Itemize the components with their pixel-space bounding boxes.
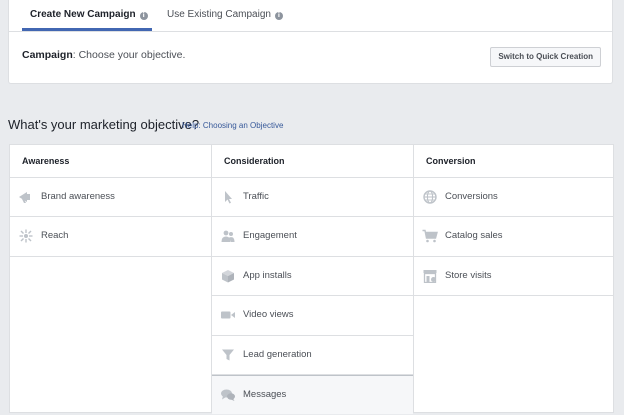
cursor-icon — [225, 191, 232, 204]
objective-label: Video views — [243, 309, 294, 321]
objective-engagement[interactable]: Engagement — [212, 217, 413, 257]
box-icon — [222, 269, 234, 283]
objective-label: Brand awareness — [41, 191, 115, 202]
objectives-grid: Awareness Brand awareness Reach Consider… — [9, 144, 614, 415]
objective-messages[interactable]: Messages — [212, 374, 413, 415]
objective-heading: What's your marketing objective? — [8, 117, 200, 132]
objective-reach[interactable]: Reach — [10, 217, 211, 257]
info-icon[interactable]: i — [139, 12, 148, 20]
tab-label: Use Existing Campaign — [167, 9, 271, 20]
globe-icon — [423, 190, 437, 204]
objective-catalog-sales[interactable]: Catalog sales — [414, 217, 613, 257]
column-header-awareness: Awareness — [10, 145, 211, 178]
awareness-column: Awareness Brand awareness Reach — [10, 145, 211, 412]
help-choosing-objective-link[interactable]: Help: Choosing an Objective — [182, 121, 283, 130]
objective-label: Messages — [243, 388, 287, 400]
active-tab-indicator — [22, 28, 152, 31]
tab-label: Create New Campaign — [30, 9, 136, 20]
objective-label: Conversions — [445, 191, 498, 202]
shopping-cart-icon — [422, 230, 438, 243]
tab-bar: Create New Campaign i Use Existing Campai… — [9, 0, 612, 32]
switch-to-quick-creation-button[interactable]: Switch to Quick Creation — [490, 47, 601, 67]
campaign-card: Create New Campaign i Use Existing Campai… — [8, 0, 613, 84]
video-camera-icon — [221, 311, 235, 319]
campaign-instruction: : Choose your objective. — [72, 49, 186, 61]
campaign-label: Campaign — [22, 49, 73, 61]
objective-label: Lead generation — [243, 348, 312, 360]
objective-video-views[interactable]: Video views — [212, 296, 413, 336]
chat-bubbles-icon — [221, 389, 235, 401]
store-icon — [423, 269, 437, 283]
tab-use-existing-campaign[interactable]: Use Existing Campaign i — [167, 0, 283, 32]
objective-label: Reach — [41, 230, 69, 242]
megaphone-icon — [19, 192, 30, 203]
objective-conversions[interactable]: Conversions — [414, 178, 613, 218]
people-icon — [221, 230, 235, 243]
objective-app-installs[interactable]: App installs — [212, 257, 413, 297]
campaign-prompt: Campaign: Choose your objective. — [22, 49, 185, 61]
conversion-column: Conversion Conversions Catalog sales Sto… — [413, 145, 613, 412]
column-header-conversion: Conversion — [414, 145, 613, 178]
objective-label: Engagement — [243, 230, 297, 242]
objective-label: App installs — [243, 269, 292, 281]
objective-store-visits[interactable]: Store visits — [414, 257, 613, 297]
objective-lead-generation[interactable]: Lead generation — [212, 336, 413, 375]
objective-label: Catalog sales — [445, 230, 503, 242]
info-icon[interactable]: i — [274, 12, 283, 20]
funnel-icon — [222, 349, 234, 361]
objective-label: Store visits — [445, 269, 492, 281]
objective-label: Traffic — [243, 191, 269, 202]
column-header-consideration: Consideration — [212, 145, 413, 178]
objective-traffic[interactable]: Traffic — [212, 178, 413, 218]
consideration-column: Consideration Traffic Engagement App ins… — [211, 145, 413, 415]
objective-brand-awareness[interactable]: Brand awareness — [10, 178, 211, 218]
reach-icon — [19, 229, 33, 243]
